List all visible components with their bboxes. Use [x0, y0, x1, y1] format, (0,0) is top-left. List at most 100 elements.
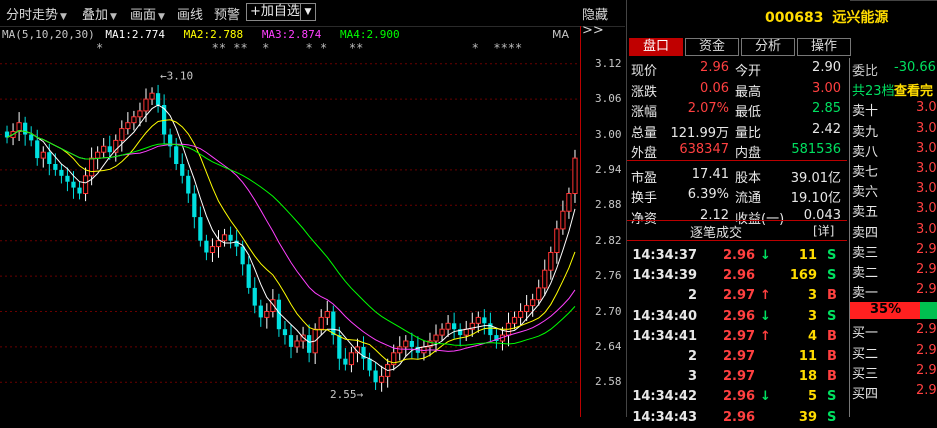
buy-level[interactable]: 买一 2.9 — [850, 320, 937, 341]
sell-level[interactable]: 卖十 3.0 — [850, 98, 937, 119]
candle-up — [572, 157, 578, 195]
tick-row: 14:34:43 2.96 39 S — [627, 408, 847, 428]
screen-label: 画面 — [130, 8, 157, 23]
buy-level[interactable]: 买四 2.9 — [850, 381, 937, 402]
price-tick-label: 2.58 — [595, 375, 622, 389]
candle-up — [439, 328, 445, 336]
timeshare-menu[interactable]: 分时走势 ▼ — [6, 4, 67, 23]
tab-operate[interactable]: 操作 — [797, 38, 851, 56]
candle-down — [331, 311, 336, 336]
candle-up — [530, 299, 536, 307]
tick-side: S — [827, 308, 837, 324]
level-price: 3.0 — [916, 181, 937, 197]
candle-down — [307, 335, 312, 353]
level-price: 3.0 — [916, 120, 937, 136]
quote-label: 总量 — [631, 125, 658, 141]
sell-level[interactable]: 卖四 3.0 — [850, 220, 937, 241]
sell-level[interactable]: 卖三 2.9 — [850, 240, 937, 261]
candle-up — [125, 122, 131, 130]
tick-time: 3 — [687, 369, 697, 385]
tick-volume: 3 — [807, 308, 817, 324]
view-all-row[interactable]: 查看完 共23档 — [850, 78, 937, 99]
weibi-value: -30.66 — [894, 60, 936, 75]
candle-up — [131, 116, 137, 124]
quote-row: 涨幅 2.07% 最低 2.85 — [627, 99, 847, 120]
candle-up — [403, 340, 409, 348]
candle-down — [35, 140, 40, 159]
tick-arrow-icon: ↓ — [760, 389, 771, 405]
candle-down — [343, 358, 348, 365]
candle-up — [397, 346, 403, 354]
price-grid — [0, 63, 580, 383]
buy-level[interactable]: 买二 2.9 — [850, 341, 937, 362]
level-label: 买三 — [852, 366, 879, 382]
tick-volume: 39 — [798, 409, 817, 425]
view-all-link[interactable]: 查看完 — [894, 80, 933, 99]
candle-down — [155, 93, 161, 105]
quote-row: 总量 121.99万 量比 2.42 — [627, 120, 847, 141]
quote-label: 涨幅 — [631, 105, 658, 120]
candle-down — [367, 358, 372, 371]
price-tick-label: 2.82 — [595, 233, 622, 247]
tick-row: 14:34:41 2.97 ↑ 4 B — [627, 327, 847, 347]
tick-price: 2.96 — [723, 409, 756, 425]
sell-level[interactable]: 卖九 3.0 — [850, 119, 937, 140]
candle-down — [107, 146, 112, 153]
high-annotation: ←3.10 — [160, 70, 193, 83]
sell-level[interactable]: 卖一 2.9 — [850, 280, 937, 301]
candle-up — [348, 352, 355, 366]
quote-row: 现价 2.96 今开 2.90 — [627, 58, 847, 79]
draw-line-button[interactable]: 画线 — [177, 4, 203, 23]
tick-list[interactable]: 14:34:37 2.96 ↓ 11 S 14:34:39 2.96 169 S 2 2.97 ↑ 3 B… — [627, 246, 847, 428]
ticks-detail-link[interactable]: [详] — [813, 222, 834, 239]
candle-up — [324, 311, 330, 318]
add-favorite-label: +加自选 — [250, 4, 300, 19]
candlestick-chart[interactable]: ←3.10 2.55→ — [0, 26, 625, 417]
tab-funds[interactable]: 资金 — [685, 38, 739, 56]
tick-volume: 11 — [798, 348, 817, 364]
tick-time: 14:34:41 — [632, 328, 697, 344]
sell-level[interactable]: 卖五 3.0 — [850, 199, 937, 221]
tick-side: B — [827, 328, 837, 344]
sell-level[interactable]: 卖七 3.0 — [850, 159, 937, 180]
quote-value: 638347 — [679, 142, 729, 157]
candle-down — [204, 240, 209, 253]
order-book: 委比 -30.66 查看完 共23档 卖十 3.0 卖九 3.0 卖八 3.0 卖七 3.0 卖… — [849, 0, 937, 417]
quote-label: 市盈 — [631, 170, 658, 186]
overlay-menu[interactable]: 叠加 ▼ — [82, 4, 117, 23]
quote-label: 涨跌 — [631, 84, 658, 100]
level-label: 卖五 — [852, 205, 879, 221]
tick-time: 14:34:43 — [632, 409, 697, 425]
level-label: 卖四 — [852, 225, 879, 241]
sell-level[interactable]: 卖八 3.0 — [850, 139, 937, 160]
tick-arrow-icon: ↑ — [760, 328, 771, 344]
chevron-down-icon[interactable]: ▼ — [300, 4, 315, 20]
screen-menu[interactable]: 画面 ▼ — [130, 4, 165, 23]
candle-up — [511, 316, 518, 324]
buy-level[interactable]: 买三 2.9 — [850, 361, 937, 382]
candles — [4, 84, 578, 392]
alert-button[interactable]: 预警 — [214, 4, 240, 23]
candle-down — [240, 246, 245, 265]
level-price: 2.9 — [916, 342, 937, 358]
tab-pankou[interactable]: 盘口 — [629, 38, 683, 56]
tick-arrow-icon: ↓ — [760, 248, 771, 263]
candle-down — [482, 317, 487, 324]
quote-value: 2.07% — [687, 101, 729, 116]
candle-down — [77, 187, 82, 194]
quote-label: 最低 — [735, 105, 762, 120]
add-favorite-button[interactable]: +加自选 ▼ — [246, 3, 316, 21]
candle-up — [40, 151, 46, 159]
timeshare-label: 分时走势 — [6, 8, 59, 23]
candle-up — [119, 128, 125, 141]
tab-analysis[interactable]: 分析 — [741, 38, 795, 56]
tick-price: 2.97 — [723, 288, 756, 304]
sell-level[interactable]: 卖六 3.0 — [850, 179, 937, 200]
price-tick-label: 3.06 — [595, 92, 622, 106]
sell-level[interactable]: 卖二 2.9 — [850, 260, 937, 281]
price-tick-label: 2.94 — [595, 162, 622, 176]
candle-up — [536, 287, 542, 301]
candle-up — [566, 193, 572, 212]
candle-down — [29, 134, 34, 141]
candle-up — [149, 92, 155, 100]
